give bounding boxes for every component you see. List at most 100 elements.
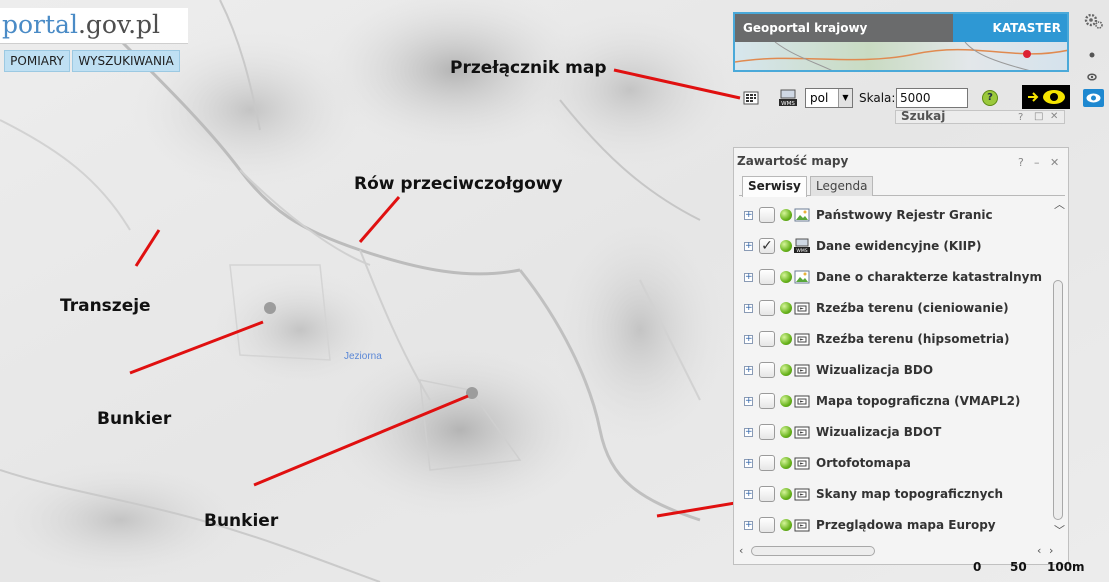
list-item[interactable]: + Rzeźba terenu (cieniowanie) xyxy=(739,297,1049,321)
szukaj-close-icon[interactable]: ✕ xyxy=(1050,111,1058,122)
scroll-down-icon[interactable]: ﹀ xyxy=(1054,522,1065,538)
status-green-icon xyxy=(780,240,792,252)
layer-label: Przeglądowa mapa Europy xyxy=(816,518,996,532)
small-eye-icon[interactable] xyxy=(1081,70,1105,84)
status-green-icon xyxy=(780,488,792,500)
szukaj-panel-header[interactable]: Szukaj ? □ ✕ xyxy=(895,110,1065,124)
language-select[interactable]: pol ▼ xyxy=(805,88,853,108)
expand-icon[interactable]: + xyxy=(744,273,753,282)
panel-close-icon[interactable]: ✕ xyxy=(1050,156,1059,169)
list-item[interactable]: + Skany map topograficznych xyxy=(739,483,1049,507)
image-layer-icon xyxy=(794,270,810,284)
list-item[interactable]: + Przeglądowa mapa Europy xyxy=(739,514,1049,538)
vertical-scrollbar[interactable]: ︿ ﹀ xyxy=(1051,198,1065,540)
annotation-bunkier-1: Bunkier xyxy=(97,409,172,429)
expand-icon[interactable]: + xyxy=(744,521,753,530)
layer-label: Wizualizacja BDO xyxy=(816,363,934,377)
expand-icon[interactable]: + xyxy=(744,335,753,344)
layer-label: Rzeźba terenu (hipsometria) xyxy=(816,332,1010,346)
layer-checkbox[interactable] xyxy=(759,455,775,471)
status-green-icon xyxy=(780,209,792,221)
panel-minimize-icon[interactable]: – xyxy=(1034,156,1040,169)
thumbnail-roads-icon xyxy=(735,41,1067,70)
list-item[interactable]: + Dane o charakterze katastralnym xyxy=(739,266,1049,290)
layer-checkbox[interactable] xyxy=(759,393,775,409)
layer-checkbox[interactable] xyxy=(759,362,775,378)
visibility-eye-icon[interactable] xyxy=(1081,88,1105,108)
banner-kataster[interactable]: KATASTER xyxy=(953,14,1067,42)
camera-icon xyxy=(794,302,810,315)
scroll-left-icon[interactable]: ‹ xyxy=(739,544,743,557)
expand-icon[interactable]: + xyxy=(744,242,753,251)
panel-title: Zawartość mapy xyxy=(737,154,849,168)
language-value: pol xyxy=(810,91,829,105)
szukaj-help-icon[interactable]: ? xyxy=(1018,112,1023,123)
expand-icon[interactable]: + xyxy=(744,397,753,406)
tab-legenda[interactable]: Legenda xyxy=(810,176,874,196)
layer-checkbox[interactable] xyxy=(759,486,775,502)
annotation-przelacznik: Przełącznik map xyxy=(450,58,607,78)
expand-icon[interactable]: + xyxy=(744,459,753,468)
tab-serwisy[interactable]: Serwisy xyxy=(742,176,807,197)
list-item[interactable]: + ✓ WMS Dane ewidencyjne (KIIP) xyxy=(739,235,1049,259)
layer-label: Dane ewidencyjne (KIIP) xyxy=(816,239,982,253)
dot-icon[interactable] xyxy=(1081,48,1105,62)
szukaj-maximize-icon[interactable]: □ xyxy=(1034,111,1043,122)
layer-checkbox[interactable] xyxy=(759,331,775,347)
layer-checkbox[interactable] xyxy=(759,300,775,316)
list-item[interactable]: + Wizualizacja BDO xyxy=(739,359,1049,383)
layer-checkbox[interactable] xyxy=(759,269,775,285)
list-item[interactable]: + Rzeźba terenu (hipsometria) xyxy=(739,328,1049,352)
annotation-row: Rów przeciwczołgowy xyxy=(354,174,563,194)
banner-geoportal-krajowy[interactable]: Geoportal krajowy xyxy=(735,14,953,42)
chevron-down-icon[interactable]: ▼ xyxy=(838,89,852,107)
list-item[interactable]: + Ortofotomapa xyxy=(739,452,1049,476)
horizontal-scrollbar[interactable]: ‹ ‹ › xyxy=(739,544,1065,558)
scale-input[interactable]: 5000 xyxy=(896,88,968,108)
gear-icon[interactable] xyxy=(1081,12,1105,30)
wyszukiwania-button[interactable]: WYSZUKIWANIA xyxy=(72,50,180,72)
camera-icon xyxy=(794,488,810,501)
layer-label: Mapa topograficzna (VMAPL2) xyxy=(816,394,1021,408)
layer-label: Ortofotomapa xyxy=(816,456,911,470)
list-item[interactable]: + Państwowy Rejestr Granic xyxy=(739,204,1049,228)
geoportal-logo[interactable]: portal.gov.pl xyxy=(0,8,188,44)
status-green-icon xyxy=(780,395,792,407)
layer-checkbox[interactable] xyxy=(759,207,775,223)
list-item[interactable]: + Wizualizacja BDOT xyxy=(739,421,1049,445)
wms-service-icon[interactable]: WMS xyxy=(778,89,798,107)
annotation-bunkier-2: Bunkier xyxy=(204,511,279,531)
scroll-up-icon[interactable]: ︿ xyxy=(1054,196,1065,212)
list-item[interactable]: + Mapa topograficzna (VMAPL2) xyxy=(739,390,1049,414)
layer-list: + Państwowy Rejestr Granic + ✓ WMS Dane … xyxy=(739,200,1049,540)
image-layer-icon xyxy=(794,208,810,222)
horizontal-scroll-thumb[interactable] xyxy=(751,546,875,556)
vertical-scroll-thumb[interactable] xyxy=(1053,280,1063,520)
expand-icon[interactable]: + xyxy=(744,211,753,220)
scroll-right-icon[interactable]: ‹ xyxy=(1037,544,1041,557)
expand-icon[interactable]: + xyxy=(744,304,753,313)
camera-icon xyxy=(794,395,810,408)
help-icon[interactable]: ? xyxy=(982,90,998,106)
scale-label: Skala: xyxy=(859,91,896,105)
eye-toggle-button[interactable] xyxy=(1022,85,1070,109)
logo-part-b: .gov.pl xyxy=(77,10,161,39)
scale-bar-tick-0: 0 xyxy=(973,560,982,574)
layer-label: Dane o charakterze katastralnym xyxy=(816,270,1042,284)
layer-checkbox[interactable] xyxy=(759,517,775,533)
map-switcher-banner[interactable]: Geoportal krajowy KATASTER xyxy=(733,12,1069,72)
expand-icon[interactable]: + xyxy=(744,366,753,375)
szukaj-title: Szukaj xyxy=(901,109,946,123)
map-switcher-icon[interactable] xyxy=(742,89,760,107)
status-green-icon xyxy=(780,271,792,283)
pomiary-button[interactable]: POMIARY xyxy=(4,50,70,72)
layer-checkbox[interactable] xyxy=(759,424,775,440)
expand-icon[interactable]: + xyxy=(744,490,753,499)
status-green-icon xyxy=(780,426,792,438)
scroll-right-icon[interactable]: › xyxy=(1049,544,1053,557)
panel-help-icon[interactable]: ? xyxy=(1018,156,1024,169)
layer-label: Państwowy Rejestr Granic xyxy=(816,208,993,222)
layer-checkbox[interactable]: ✓ xyxy=(759,238,775,254)
expand-icon[interactable]: + xyxy=(744,428,753,437)
camera-icon xyxy=(794,426,810,439)
